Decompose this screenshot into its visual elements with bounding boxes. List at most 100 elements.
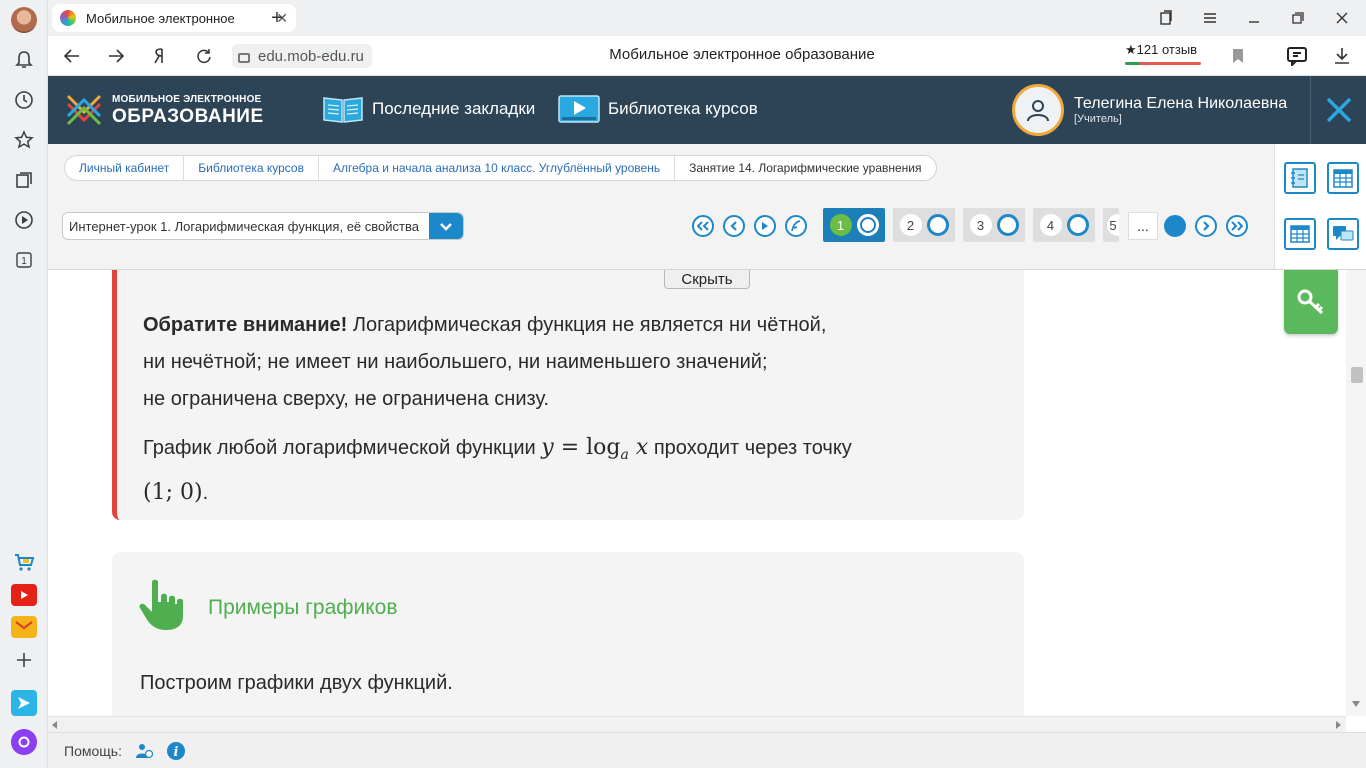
scrollbar-thumb[interactable] bbox=[1351, 367, 1363, 383]
lock-icon bbox=[238, 53, 250, 63]
table-tool-button[interactable] bbox=[1284, 218, 1316, 250]
help-label: Помощь: bbox=[64, 742, 122, 759]
tab-counter-icon[interactable]: 1 bbox=[12, 248, 36, 272]
header-close-button[interactable] bbox=[1310, 76, 1366, 144]
graph-text-before: График любой логарифмической функции bbox=[143, 437, 542, 459]
current-step-indicator[interactable] bbox=[1164, 215, 1186, 237]
messenger-app-icon[interactable] bbox=[11, 690, 37, 716]
site-logo[interactable]: МОБИЛЬНОЕ ЭЛЕКТРОННОЕ ОБРАЗОВАНИЕ bbox=[64, 90, 264, 130]
reader-mode-icon[interactable] bbox=[1286, 44, 1310, 68]
mail-app-icon[interactable] bbox=[11, 616, 37, 638]
note-line3: не ограничена сверху, не ограничена сниз… bbox=[143, 388, 549, 410]
formula-y: y bbox=[541, 435, 554, 460]
chevron-down-icon[interactable] bbox=[429, 213, 463, 239]
chat-icon bbox=[1333, 226, 1354, 241]
browser-tab[interactable]: Мобильное электронное ✕ bbox=[52, 4, 296, 32]
yandex-home-icon[interactable] bbox=[148, 44, 172, 68]
restore-icon[interactable] bbox=[1286, 6, 1310, 30]
breadcrumb-current: Занятие 14. Логарифмические уравнения bbox=[689, 161, 922, 175]
tab-title: Мобильное электронное bbox=[86, 10, 235, 26]
info-icon[interactable]: i bbox=[166, 741, 186, 761]
graph-point-end: . bbox=[202, 482, 209, 504]
table-icon bbox=[1290, 225, 1310, 243]
tools-panel bbox=[1274, 144, 1366, 270]
notifications-icon[interactable] bbox=[12, 48, 36, 72]
lesson-content: Обратите внимание! Логарифмическая функц… bbox=[48, 270, 1044, 716]
hide-button[interactable]: Скрыть bbox=[664, 270, 750, 289]
forward-icon[interactable] bbox=[104, 44, 128, 68]
double-chevron-left-icon bbox=[697, 221, 709, 231]
history-icon[interactable] bbox=[12, 88, 36, 112]
reload-icon[interactable] bbox=[192, 44, 216, 68]
breadcrumb-item[interactable]: Библиотека курсов bbox=[184, 156, 319, 180]
add-app-icon[interactable] bbox=[12, 648, 36, 672]
next-step-button[interactable] bbox=[1195, 215, 1217, 237]
logo-line2: ОБРАЗОВАНИЕ bbox=[112, 105, 264, 127]
answer-key-button[interactable] bbox=[1284, 270, 1338, 334]
step-5[interactable]: 5 bbox=[1103, 208, 1119, 242]
help-person-icon[interactable] bbox=[134, 741, 154, 761]
step-3[interactable]: 3 bbox=[963, 208, 1025, 242]
downloads-icon[interactable] bbox=[1330, 44, 1354, 68]
calendar-icon bbox=[1333, 169, 1353, 188]
reviews-badge[interactable]: ★121 отзыв bbox=[1125, 42, 1201, 65]
url-text: edu.mob-edu.ru bbox=[258, 47, 364, 65]
close-window-icon[interactable] bbox=[1330, 6, 1354, 30]
step-4[interactable]: 4 bbox=[1033, 208, 1095, 242]
more-steps-button[interactable]: ... bbox=[1128, 212, 1158, 240]
chat-tool-button[interactable] bbox=[1327, 218, 1359, 250]
bookmarks-panel-icon[interactable] bbox=[1154, 6, 1178, 30]
user-profile[interactable]: Телегина Елена Николаевна [Учитель] bbox=[1012, 84, 1287, 136]
address-bar: edu.mob-edu.ru Мобильное электронное обр… bbox=[48, 36, 1366, 76]
menu-icon[interactable] bbox=[1198, 6, 1222, 30]
market-icon[interactable] bbox=[11, 551, 37, 573]
recent-bookmarks-link[interactable]: Последние закладки bbox=[322, 94, 535, 124]
notebook-tool-button[interactable] bbox=[1284, 162, 1316, 194]
prev-step-button[interactable] bbox=[723, 215, 745, 237]
lesson-navigation: Личный кабинет Библиотека курсов Алгебра… bbox=[48, 144, 1274, 270]
last-step-button[interactable] bbox=[1226, 215, 1248, 237]
lesson-select-value: Интернет-урок 1. Логарифмическая функция… bbox=[69, 218, 419, 234]
back-icon[interactable] bbox=[60, 44, 84, 68]
rating-bar bbox=[1125, 62, 1201, 65]
notes-button[interactable] bbox=[785, 215, 807, 237]
key-icon bbox=[1297, 289, 1324, 315]
scroll-down-icon[interactable] bbox=[1351, 700, 1361, 708]
svg-text:1: 1 bbox=[21, 256, 27, 267]
step-2[interactable]: 2 bbox=[893, 208, 955, 242]
bookmarks-star-icon[interactable] bbox=[12, 128, 36, 152]
breadcrumb-item[interactable]: Алгебра и начала анализа 10 класс. Углуб… bbox=[319, 156, 676, 180]
breadcrumb-item[interactable]: Личный кабинет bbox=[65, 156, 185, 180]
svg-text:i: i bbox=[173, 745, 178, 760]
course-library-label: Библиотека курсов bbox=[608, 99, 758, 118]
step-1[interactable]: 1 bbox=[823, 208, 885, 242]
step-number: 2 bbox=[899, 214, 922, 236]
calendar-tool-button[interactable] bbox=[1327, 162, 1359, 194]
site-header: МОБИЛЬНОЕ ЭЛЕКТРОННОЕ ОБРАЗОВАНИЕ Послед… bbox=[48, 76, 1366, 144]
chevron-right-icon bbox=[1203, 221, 1210, 231]
bookmark-page-icon[interactable] bbox=[1226, 44, 1250, 68]
scroll-right-icon[interactable] bbox=[1336, 721, 1342, 729]
feather-icon bbox=[791, 220, 801, 232]
horizontal-scrollbar[interactable] bbox=[48, 716, 1346, 732]
vertical-scrollbar[interactable] bbox=[1346, 270, 1366, 716]
lesson-select[interactable]: Интернет-урок 1. Логарифмическая функция… bbox=[62, 212, 464, 240]
note-card: Обратите внимание! Логарифмическая функц… bbox=[112, 270, 1024, 520]
logo-mark-icon bbox=[64, 90, 104, 130]
minimize-icon[interactable] bbox=[1242, 6, 1266, 30]
examples-text: Построим графики двух функций. bbox=[140, 672, 453, 694]
collections-icon[interactable] bbox=[12, 168, 36, 192]
scroll-left-icon[interactable] bbox=[52, 721, 58, 729]
new-tab-button[interactable]: + bbox=[264, 6, 290, 30]
first-step-button[interactable] bbox=[692, 215, 714, 237]
url-field[interactable]: edu.mob-edu.ru bbox=[232, 44, 372, 68]
step-status-icon bbox=[856, 214, 879, 236]
assistant-icon[interactable] bbox=[11, 729, 37, 755]
course-library-link[interactable]: Библиотека курсов bbox=[558, 94, 758, 124]
play-step-button[interactable] bbox=[754, 215, 776, 237]
note-paragraph: Обратите внимание! Логарифмическая функц… bbox=[143, 307, 826, 418]
step-number: 4 bbox=[1039, 214, 1062, 236]
profile-avatar[interactable] bbox=[11, 7, 37, 33]
play-icon[interactable] bbox=[12, 208, 36, 232]
video-app-icon[interactable] bbox=[11, 584, 37, 606]
